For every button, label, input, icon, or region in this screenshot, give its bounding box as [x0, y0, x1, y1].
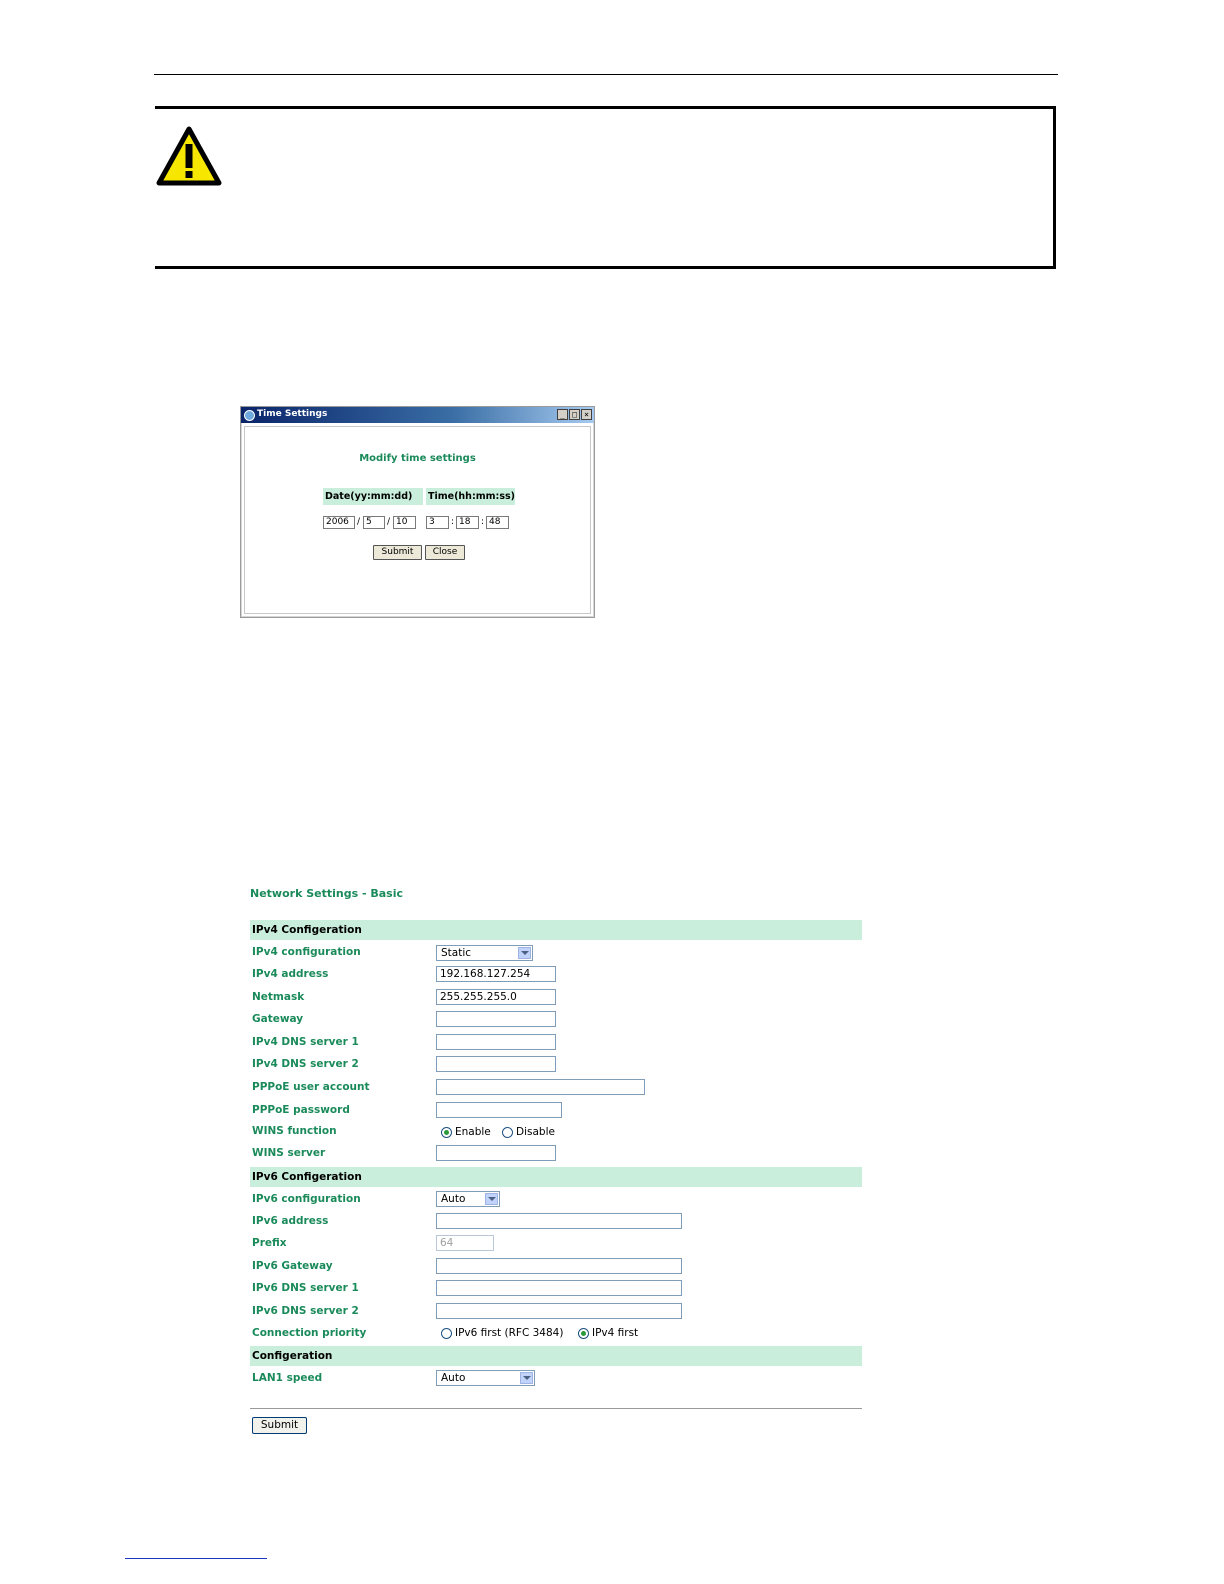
- ipv6-address-label: IPv6 address: [252, 1215, 329, 1227]
- wins-server-label: WINS server: [252, 1147, 326, 1159]
- header-rule: [154, 74, 1058, 75]
- pppoe-user-label: PPPoE user account: [252, 1081, 370, 1093]
- lan1-speed-select[interactable]: Auto: [436, 1370, 535, 1386]
- ipv6-dns1-input[interactable]: [436, 1280, 682, 1296]
- month-input[interactable]: 5: [363, 516, 385, 529]
- connection-priority-label: Connection priority: [252, 1327, 367, 1339]
- pppoe-password-label: PPPoE password: [252, 1104, 350, 1116]
- gateway-label: Gateway: [252, 1013, 304, 1025]
- lan1-speed-label: LAN1 speed: [252, 1372, 323, 1384]
- ipv6-first-radio[interactable]: [441, 1328, 452, 1339]
- time-settings-window: Time Settings _ □ × Modify time settings…: [240, 406, 595, 618]
- ipv4-first-radio[interactable]: [578, 1328, 589, 1339]
- form-divider: [250, 1408, 862, 1409]
- warning-icon: [156, 126, 222, 186]
- window-title-bar[interactable]: Time Settings _ □ ×: [241, 407, 594, 423]
- time-close-button[interactable]: Close: [425, 545, 465, 560]
- second-input[interactable]: 48: [486, 516, 509, 529]
- ipv6-dns1-label: IPv6 DNS server 1: [252, 1282, 359, 1294]
- time-submit-button[interactable]: Submit: [373, 545, 422, 560]
- date-header: Date(yy:mm:dd): [323, 488, 423, 505]
- window-title: Time Settings: [257, 409, 328, 419]
- chevron-down-icon: [520, 1372, 533, 1384]
- wins-disable-label: Disable: [516, 1126, 555, 1138]
- wins-server-input[interactable]: [436, 1145, 556, 1161]
- footer-link-underline: [125, 1558, 267, 1559]
- configuration-section-header: Configeration: [250, 1346, 862, 1366]
- ipv6-gateway-label: IPv6 Gateway: [252, 1260, 333, 1272]
- day-input[interactable]: 10: [393, 516, 416, 529]
- date-separator: /: [357, 517, 361, 527]
- network-settings-title: Network Settings - Basic: [250, 887, 404, 900]
- ipv4-dns1-label: IPv4 DNS server 1: [252, 1036, 359, 1048]
- pppoe-password-input[interactable]: [436, 1102, 562, 1118]
- prefix-label: Prefix: [252, 1237, 287, 1249]
- ipv4-configuration-select[interactable]: Static: [436, 945, 533, 961]
- network-submit-button[interactable]: Submit: [252, 1417, 307, 1434]
- ipv6-dns2-label: IPv6 DNS server 2: [252, 1305, 359, 1317]
- year-input[interactable]: 2006: [323, 516, 355, 529]
- wins-function-label: WINS function: [252, 1125, 337, 1137]
- ipv6-dns2-input[interactable]: [436, 1303, 682, 1319]
- chevron-down-icon: [485, 1193, 498, 1205]
- netmask-input[interactable]: 255.255.255.0: [436, 989, 556, 1005]
- minimize-icon[interactable]: _: [557, 409, 568, 420]
- ipv6-configuration-value: Auto: [441, 1193, 466, 1205]
- ipv4-first-label: IPv4 first: [592, 1327, 639, 1339]
- ipv6-gateway-input[interactable]: [436, 1258, 682, 1274]
- ipv4-dns2-label: IPv4 DNS server 2: [252, 1058, 359, 1070]
- ipv4-dns2-input[interactable]: [436, 1056, 556, 1072]
- ipv4-configuration-value: Static: [441, 947, 472, 959]
- gateway-input[interactable]: [436, 1011, 556, 1027]
- wins-disable-radio[interactable]: [502, 1127, 513, 1138]
- time-separator: :: [481, 517, 485, 527]
- ipv4-dns1-input[interactable]: [436, 1034, 556, 1050]
- window-body: Modify time settings Date(yy:mm:dd) Time…: [244, 426, 591, 614]
- date-separator: /: [387, 517, 391, 527]
- ipv6-configuration-label: IPv6 configuration: [252, 1193, 361, 1205]
- prefix-input[interactable]: 64: [436, 1235, 494, 1251]
- chevron-down-icon: [518, 947, 531, 959]
- wins-enable-radio[interactable]: [441, 1127, 452, 1138]
- close-window-icon[interactable]: ×: [581, 409, 592, 420]
- ipv4-address-label: IPv4 address: [252, 968, 329, 980]
- time-separator: :: [451, 517, 455, 527]
- browser-icon: [244, 410, 255, 421]
- netmask-label: Netmask: [252, 991, 305, 1003]
- maximize-icon[interactable]: □: [569, 409, 580, 420]
- time-settings-heading: Modify time settings: [359, 453, 476, 464]
- ipv6-section-header: IPv6 Configeration: [250, 1167, 862, 1187]
- ipv6-first-label: IPv6 first (RFC 3484): [455, 1327, 564, 1339]
- ipv4-section-header: IPv4 Configeration: [250, 920, 862, 940]
- ipv4-address-input[interactable]: 192.168.127.254: [436, 966, 556, 982]
- warning-box: [155, 106, 1056, 269]
- wins-enable-label: Enable: [455, 1126, 491, 1138]
- hour-input[interactable]: 3: [426, 516, 449, 529]
- lan1-speed-value: Auto: [441, 1372, 466, 1384]
- ipv4-configuration-label: IPv4 configuration: [252, 946, 361, 958]
- time-header: Time(hh:mm:ss): [426, 488, 515, 505]
- ipv6-configuration-select[interactable]: Auto: [436, 1191, 500, 1207]
- minute-input[interactable]: 18: [456, 516, 479, 529]
- pppoe-user-input[interactable]: [436, 1079, 645, 1095]
- ipv6-address-input[interactable]: [436, 1213, 682, 1229]
